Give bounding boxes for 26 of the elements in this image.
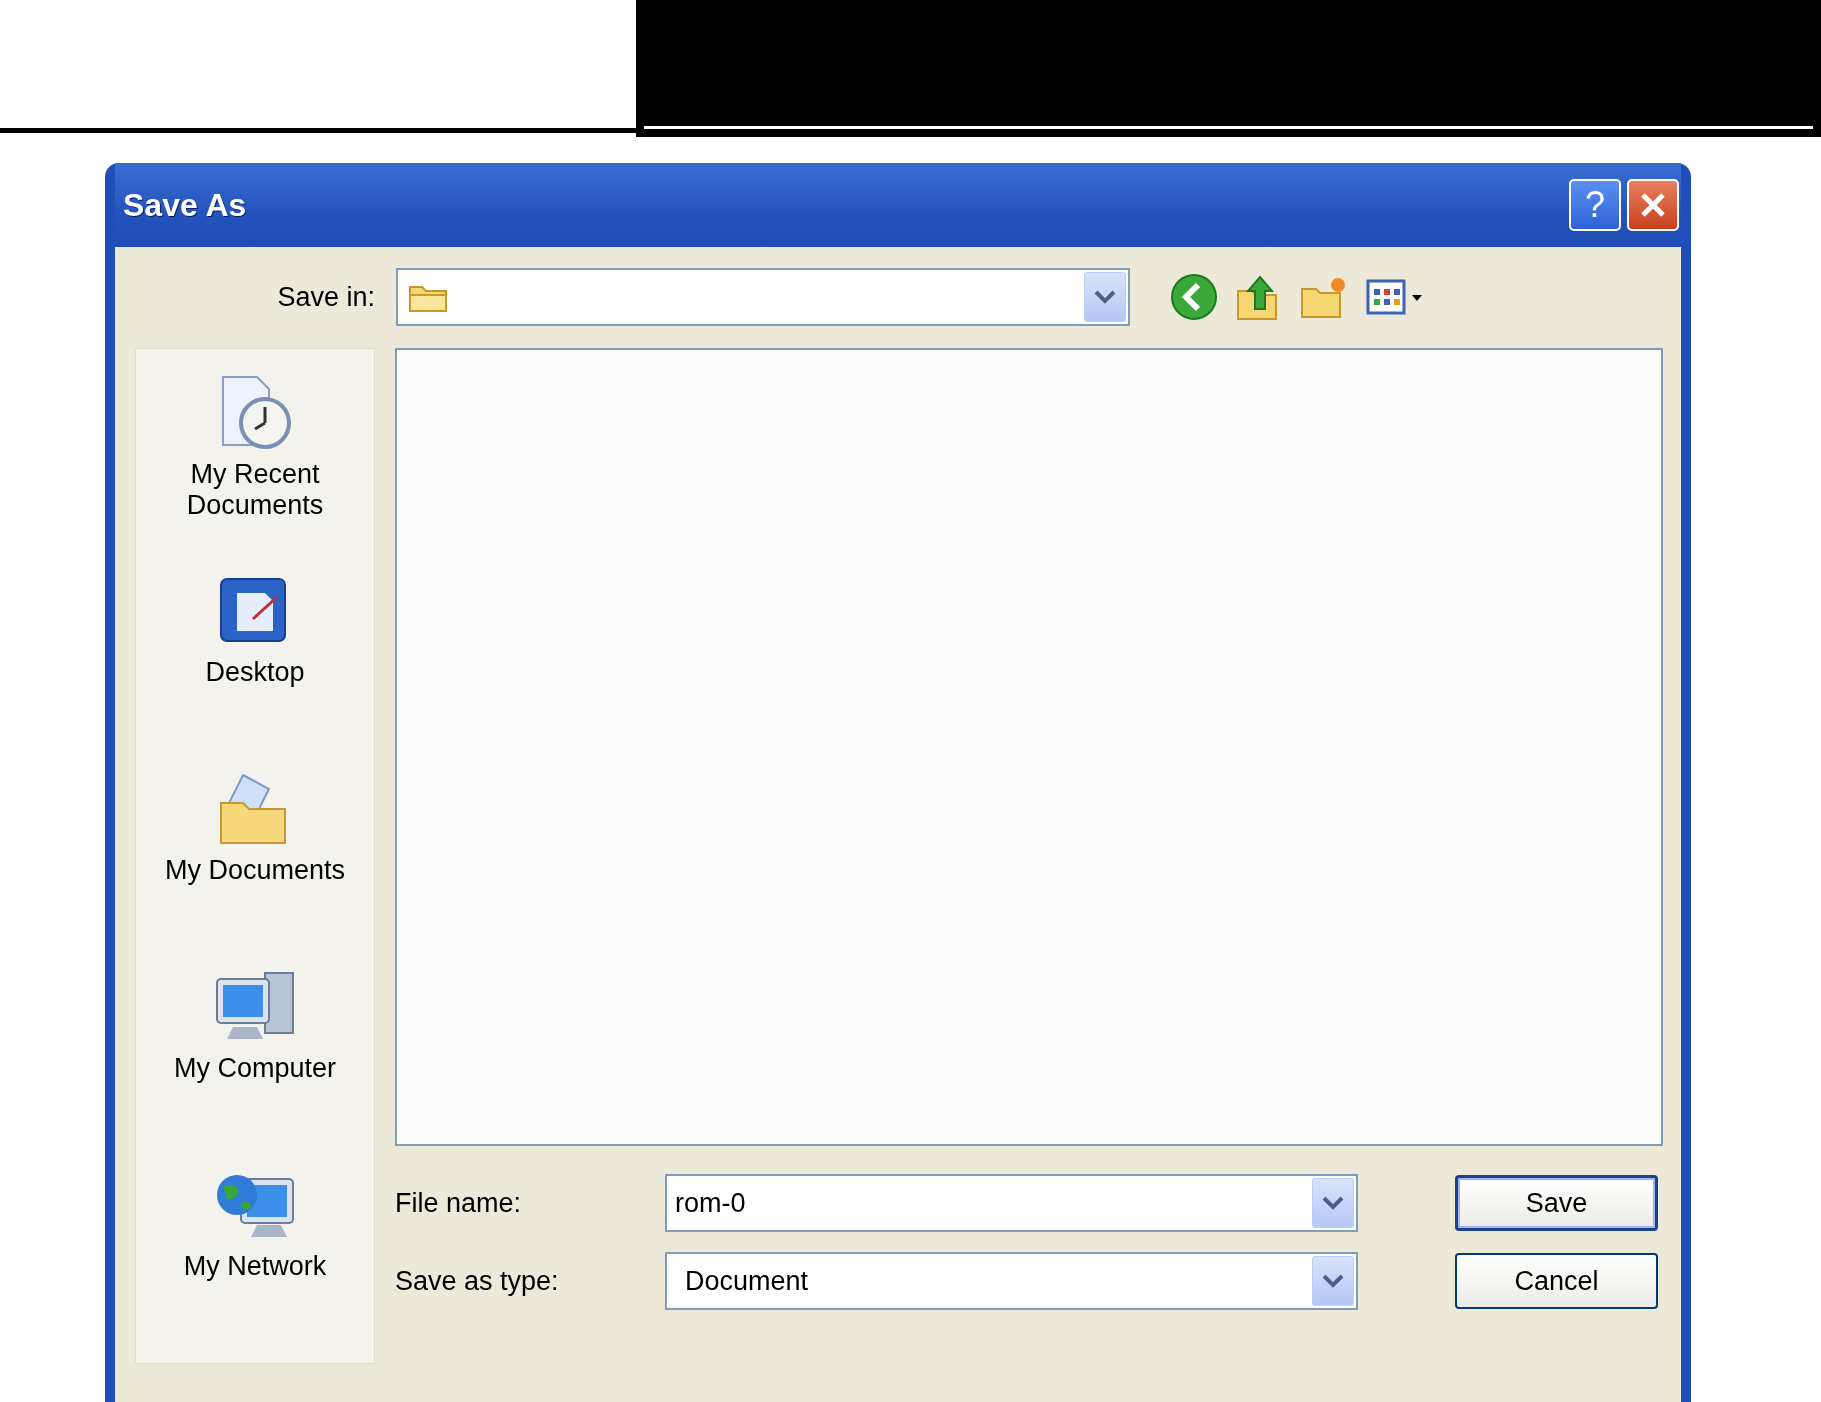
dropdown-button[interactable] [1312, 1256, 1354, 1306]
window-title: Save As [123, 186, 248, 224]
place-item[interactable]: My Computer [140, 967, 370, 1165]
save-as-type-dropdown[interactable]: Document [665, 1252, 1358, 1310]
dropdown-button[interactable] [1312, 1178, 1354, 1228]
dropdown-button[interactable] [1084, 272, 1126, 322]
views-button[interactable] [1366, 277, 1424, 317]
place-item[interactable]: My Recent Documents [140, 373, 370, 571]
new-folder-icon [1300, 275, 1348, 319]
place-item[interactable]: My Documents [140, 769, 370, 967]
file-name-label: File name: [395, 1187, 523, 1219]
cancel-button[interactable]: Cancel [1455, 1253, 1658, 1309]
save-in-label: Save in: [276, 281, 375, 313]
place-item[interactable]: Desktop [140, 571, 370, 769]
help-button[interactable]: ? [1569, 179, 1621, 231]
save-in-dropdown[interactable] [396, 268, 1130, 326]
save-as-type-label: Save as type: [395, 1265, 560, 1297]
chevron-down-icon [1094, 290, 1116, 304]
back-button[interactable] [1170, 273, 1218, 321]
chevron-down-icon [1322, 1196, 1344, 1210]
close-button[interactable] [1627, 179, 1679, 231]
save-button[interactable]: Save [1455, 1175, 1658, 1231]
grid-view-icon [1366, 277, 1424, 317]
place-item[interactable]: My Network [140, 1165, 370, 1363]
file-name-field[interactable]: rom-0 [665, 1174, 1358, 1232]
chevron-down-icon [1322, 1274, 1344, 1288]
